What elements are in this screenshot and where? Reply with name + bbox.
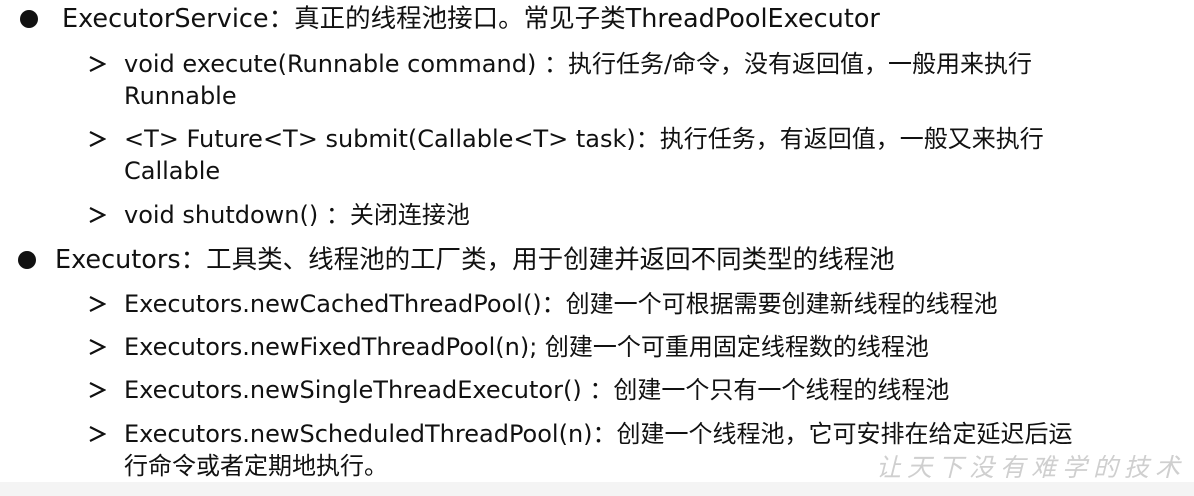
bullet-icon: [18, 251, 36, 269]
arrow-bullet-icon: [88, 381, 106, 399]
item-fixed-thread-pool: Executors.newFixedThreadPool(n); 创建一个可重用…: [124, 333, 929, 361]
section-heading-executors: Executors：工具类、线程池的工厂类，用于创建并返回不同类型的线程池: [55, 245, 895, 275]
item-shutdown: void shutdown() ：关闭连接池: [124, 201, 470, 229]
item-execute-continuation: Runnable: [124, 82, 237, 110]
arrow-bullet-icon: [88, 425, 106, 443]
section-heading-executorservice: ExecutorService：真正的线程池接口。常见子类ThreadPoolE…: [62, 4, 880, 34]
item-single-thread-executor: Executors.newSingleThreadExecutor() ：创建一…: [124, 376, 950, 404]
item-cached-thread-pool: Executors.newCachedThreadPool()：创建一个可根据需…: [124, 290, 998, 318]
arrow-bullet-icon: [88, 295, 106, 313]
item-execute: void execute(Runnable command) ：执行任务/命令，…: [124, 50, 1033, 78]
arrow-bullet-icon: [88, 130, 106, 148]
arrow-bullet-icon: [88, 206, 106, 224]
item-scheduled-thread-pool: Executors.newScheduledThreadPool(n)：创建一个…: [124, 420, 1073, 448]
item-scheduled-thread-pool-continuation: 行命令或者定期地执行。: [124, 452, 388, 480]
bottom-band: [0, 482, 1194, 496]
bullet-icon: [20, 10, 38, 28]
watermark: 让天下没有难学的技术: [875, 453, 1186, 482]
item-submit: <T> Future<T> submit(Callable<T> task)：执…: [124, 125, 1044, 153]
arrow-bullet-icon: [88, 338, 106, 356]
item-submit-continuation: Callable: [124, 157, 221, 185]
arrow-bullet-icon: [88, 55, 106, 73]
